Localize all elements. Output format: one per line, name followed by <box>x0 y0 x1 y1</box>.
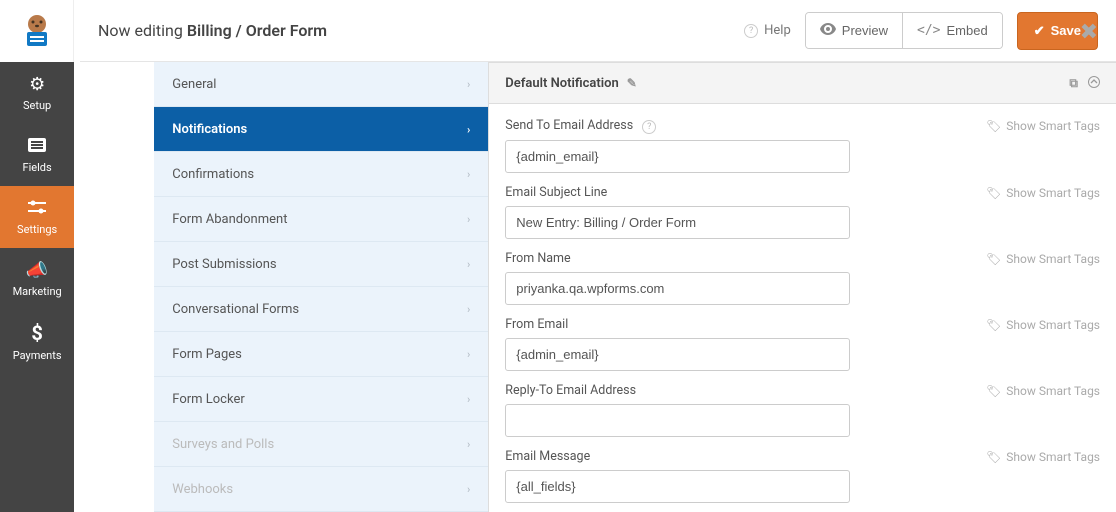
show-smart-tags[interactable]: 🏷 Show Smart Tags <box>986 119 1100 133</box>
show-smart-tags[interactable]: 🏷 Show Smart Tags <box>986 384 1100 398</box>
show-smart-tags[interactable]: 🏷 Show Smart Tags <box>986 318 1100 332</box>
eye-icon <box>820 23 836 38</box>
from-email-input[interactable] <box>505 338 850 371</box>
from-name-input[interactable] <box>505 272 850 305</box>
rail-marketing[interactable]: 📣 Marketing <box>0 248 74 310</box>
rail-settings-label: Settings <box>17 223 57 236</box>
preview-label: Preview <box>842 23 888 38</box>
tag-icon: 🏷 <box>986 318 1001 332</box>
tag-icon: 🏷 <box>986 119 1001 133</box>
sidebar-item-label: Form Abandonment <box>172 212 287 227</box>
help-icon[interactable]: ? <box>642 120 656 134</box>
field-label-subject: Email Subject Line <box>505 185 607 200</box>
chevron-right-icon: › <box>467 303 470 316</box>
chevron-right-icon: › <box>467 213 470 226</box>
sidebar-item-label: Conversational Forms <box>172 302 299 317</box>
chevron-right-icon: › <box>467 168 470 181</box>
tag-icon: 🏷 <box>986 252 1001 266</box>
field-label-from-email: From Email <box>505 317 568 332</box>
send-to-input[interactable] <box>505 140 850 173</box>
rail-payments-label: Payments <box>13 349 62 362</box>
embed-button[interactable]: </> Embed <box>902 13 1002 48</box>
tag-icon: 🏷 <box>986 384 1001 398</box>
sidebar-item-label: Surveys and Polls <box>172 437 274 452</box>
rail-fields-label: Fields <box>23 161 52 174</box>
chevron-right-icon: › <box>467 123 470 136</box>
code-icon: </> <box>917 23 940 38</box>
sidebar-item-label: General <box>172 77 216 92</box>
pencil-icon[interactable]: ✎ <box>627 76 637 90</box>
save-label: Save <box>1051 23 1081 38</box>
help-label: Help <box>764 23 791 38</box>
rail-setup-label: Setup <box>23 99 51 112</box>
copy-icon[interactable]: ⧉ <box>1069 76 1078 91</box>
sidebar-item-notifications[interactable]: Notifications › <box>154 107 488 152</box>
chevron-right-icon: › <box>467 78 470 91</box>
settings-sidebar: General › Notifications › Confirmations … <box>154 62 489 512</box>
check-icon: ✔ <box>1034 23 1045 39</box>
gear-icon: ⚙ <box>29 74 45 95</box>
rail-setup[interactable]: ⚙ Setup <box>0 62 74 124</box>
sidebar-item-label: Form Pages <box>172 347 242 362</box>
sidebar-item-form-pages[interactable]: Form Pages › <box>154 332 488 377</box>
panel-title: Default Notification <box>505 76 618 91</box>
show-smart-tags[interactable]: 🏷 Show Smart Tags <box>986 252 1100 266</box>
message-input[interactable] <box>505 470 850 503</box>
caret-up-icon[interactable] <box>1088 76 1100 91</box>
bullhorn-icon: 📣 <box>26 260 48 281</box>
sidebar-item-form-abandonment[interactable]: Form Abandonment › <box>154 197 488 242</box>
show-smart-tags[interactable]: 🏷 Show Smart Tags <box>986 450 1100 464</box>
sidebar-item-general[interactable]: General › <box>154 62 488 107</box>
chevron-right-icon: › <box>467 393 470 406</box>
dollar-icon: $ <box>31 321 42 345</box>
tag-icon: 🏷 <box>986 450 1001 464</box>
field-label-from-name: From Name <box>505 251 570 266</box>
chevron-right-icon: › <box>467 348 470 361</box>
rail-marketing-label: Marketing <box>13 285 62 298</box>
embed-label: Embed <box>947 23 988 38</box>
sliders-icon <box>28 198 46 219</box>
rail-fields[interactable]: Fields <box>0 124 74 186</box>
panel-header: Default Notification ✎ ⧉ <box>489 62 1116 104</box>
sidebar-item-label: Form Locker <box>172 392 244 407</box>
reply-to-input[interactable] <box>505 404 850 437</box>
list-icon <box>28 136 46 157</box>
sidebar-item-post-submissions[interactable]: Post Submissions › <box>154 242 488 287</box>
chevron-right-icon: › <box>467 438 470 451</box>
page-title: Now editing Billing / Order Form <box>98 21 327 40</box>
help-icon: ? <box>744 24 758 38</box>
chevron-right-icon: › <box>467 483 470 496</box>
field-label-message: Email Message <box>505 449 590 464</box>
field-label-reply-to: Reply-To Email Address <box>505 383 636 398</box>
tag-icon: 🏷 <box>986 186 1001 200</box>
rail-settings[interactable]: Settings <box>0 186 74 248</box>
sidebar-item-confirmations[interactable]: Confirmations › <box>154 152 488 197</box>
help-link[interactable]: ? Help <box>738 23 791 38</box>
sidebar-item-label: Notifications <box>172 122 247 137</box>
sidebar-item-conversational-forms[interactable]: Conversational Forms › <box>154 287 488 332</box>
rail-payments[interactable]: $ Payments <box>0 310 74 372</box>
sidebar-item-webhooks[interactable]: Webhooks › <box>154 467 488 512</box>
sidebar-item-label: Webhooks <box>172 482 233 497</box>
field-label-send-to: Send To Email Address ? <box>505 118 656 134</box>
sidebar-item-form-locker[interactable]: Form Locker › <box>154 377 488 422</box>
close-icon[interactable]: ✖ <box>1080 20 1098 45</box>
subject-input[interactable] <box>505 206 850 239</box>
sidebar-item-label: Post Submissions <box>172 257 276 272</box>
preview-button[interactable]: Preview <box>806 13 902 48</box>
wpforms-logo <box>0 0 74 62</box>
chevron-right-icon: › <box>467 258 470 271</box>
show-smart-tags[interactable]: 🏷 Show Smart Tags <box>986 186 1100 200</box>
sidebar-item-label: Confirmations <box>172 167 254 182</box>
sidebar-item-surveys-polls[interactable]: Surveys and Polls › <box>154 422 488 467</box>
